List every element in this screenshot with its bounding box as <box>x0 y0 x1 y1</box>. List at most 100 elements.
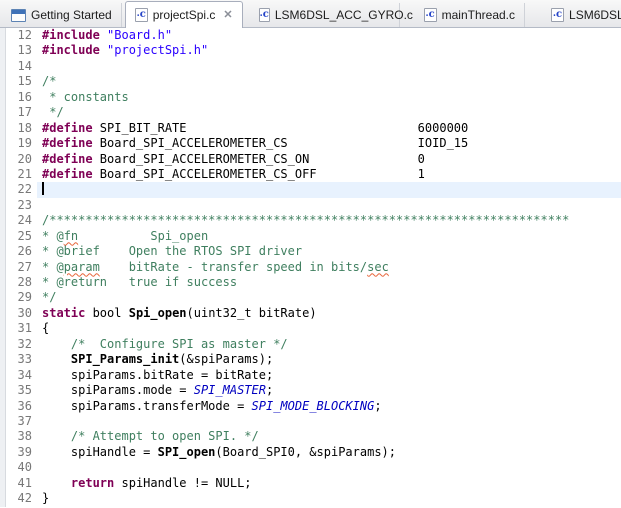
code-line[interactable]: 14 <box>6 58 621 75</box>
line-number[interactable]: 16 <box>6 89 37 106</box>
code-line[interactable]: 16 * constants <box>6 89 621 106</box>
line-number[interactable]: 17 <box>6 105 37 121</box>
line-content: * @brief Open the RTOS SPI driver <box>42 244 303 259</box>
code-line[interactable]: 29 */ <box>6 290 621 306</box>
tab-mainthread-c[interactable]: c mainThread.c <box>415 3 526 27</box>
line-number[interactable]: 33 <box>6 352 37 368</box>
tab-lsm6dsl-a[interactable]: c LSM6DSL_A <box>542 3 621 27</box>
line-number[interactable]: 28 <box>6 275 37 291</box>
code-line[interactable]: 21 #define Board_SPI_ACCELEROMETER_CS_OFF… <box>6 166 621 183</box>
line-content: * @fn Spi_open <box>42 228 209 243</box>
code-line[interactable]: 38 /* Attempt to open SPI. */ <box>6 429 621 445</box>
code-line[interactable]: 26 * @brief Open the RTOS SPI driver <box>6 244 621 260</box>
code-line[interactable]: 41 return spiHandle != NULL; <box>6 475 621 492</box>
line-content: spiParams.mode = SPI_MASTER; <box>42 383 274 398</box>
code-line[interactable]: 20 #define Board_SPI_ACCELEROMETER_CS_ON … <box>6 151 621 167</box>
text-cursor <box>42 182 44 196</box>
line-number[interactable]: 37 <box>6 413 37 430</box>
line-content: * constants <box>42 89 129 104</box>
c-file-icon: c <box>551 8 565 22</box>
line-number[interactable]: 25 <box>6 228 37 245</box>
c-file-icon: c <box>134 8 148 22</box>
code-line[interactable]: 23 <box>6 197 621 214</box>
code-line[interactable]: 42} <box>6 491 621 507</box>
code-line[interactable]: 30 static bool Spi_open(uint32_t bitRate) <box>6 305 621 322</box>
line-content <box>37 198 621 213</box>
code-line[interactable]: 37 <box>6 413 621 430</box>
code-lines[interactable]: 12 #include "Board.h" 13 #include "projectS… <box>6 28 621 507</box>
line-number[interactable]: 18 <box>6 120 37 137</box>
line-content: #define Board_SPI_ACCELEROMETER_CS IOID_… <box>42 136 469 151</box>
line-number[interactable]: 20 <box>6 151 37 167</box>
line-content: #define Board_SPI_ACCELEROMETER_CS_OFF 1 <box>42 166 425 181</box>
tab-label: projectSpi.c <box>152 8 216 22</box>
line-content: } <box>42 491 50 506</box>
tab-label: LSM6DSL_ACC_GYRO.c <box>274 8 413 22</box>
line-content: /* Attempt to open SPI. */ <box>70 429 259 444</box>
line-number[interactable]: 21 <box>6 166 37 183</box>
line-number[interactable]: 30 <box>6 305 37 322</box>
tab-label: Getting Started <box>31 8 112 22</box>
code-line[interactable]: 18 #define SPI_BIT_RATE 6000000 <box>6 120 621 137</box>
line-number[interactable]: 12 <box>6 28 37 44</box>
code-line[interactable]: 33 SPI_Params_init(&spiParams); <box>6 352 621 368</box>
code-line[interactable]: 31 { <box>6 321 621 337</box>
code-line[interactable]: 28 * @return true if success <box>6 275 621 291</box>
line-content: return spiHandle != NULL; <box>70 475 252 490</box>
code-line[interactable]: 24 /*************************************… <box>6 213 621 229</box>
line-number[interactable]: 13 <box>6 43 37 59</box>
code-line[interactable]: 22 <box>6 182 621 198</box>
code-line[interactable]: 32 /* Configure SPI as master */ <box>6 336 621 353</box>
tab-lsm6dsl-acc-gyro-c[interactable]: c LSM6DSL_ACC_GYRO.c <box>250 3 413 27</box>
line-number[interactable]: 36 <box>6 398 37 414</box>
code-line[interactable]: 27 * @param bitRate - transfer speed in b… <box>6 259 621 275</box>
line-number[interactable]: 42 <box>6 491 37 507</box>
line-content <box>37 414 621 429</box>
line-number[interactable]: 26 <box>6 244 37 260</box>
code-line[interactable]: 25 * @fn Spi_open <box>6 228 621 245</box>
code-line[interactable]: 34 spiParams.bitRate = bitRate; <box>6 367 621 384</box>
line-number[interactable]: 19 <box>6 136 37 152</box>
line-content: * @return true if success <box>42 275 238 289</box>
tab-getting-started[interactable]: Getting Started <box>2 3 122 27</box>
line-number[interactable]: 27 <box>6 259 37 275</box>
code-line[interactable]: 15 /* <box>6 74 621 90</box>
line-number[interactable]: 29 <box>6 290 37 306</box>
line-number[interactable]: 32 <box>6 336 37 353</box>
code-line[interactable]: 35 spiParams.mode = SPI_MASTER; <box>6 383 621 399</box>
line-number[interactable]: 31 <box>6 321 37 337</box>
code-line[interactable]: 19 #define Board_SPI_ACCELEROMETER_CS IOI… <box>6 136 621 152</box>
close-icon[interactable]: ✕ <box>223 9 232 21</box>
line-number[interactable]: 24 <box>6 213 37 229</box>
editor-tab-bar: Getting Started c projectSpi.c ✕ c LSM6D… <box>0 0 621 28</box>
line-content <box>37 182 621 198</box>
line-number[interactable]: 35 <box>6 383 37 399</box>
tab-label: mainThread.c <box>441 8 516 22</box>
tab-projectspi-c[interactable]: c projectSpi.c ✕ <box>124 1 243 28</box>
code-line[interactable]: 13 #include "projectSpi.h" <box>6 43 621 59</box>
line-number[interactable]: 39 <box>6 444 37 461</box>
code-line[interactable]: 40 <box>6 460 621 476</box>
code-line[interactable]: 12 #include "Board.h" <box>6 28 621 44</box>
line-content: #include "projectSpi.h" <box>42 43 209 58</box>
tab-label: LSM6DSL_A <box>569 8 621 22</box>
line-number[interactable]: 14 <box>6 58 37 75</box>
c-file-icon: c <box>423 8 437 22</box>
line-number[interactable]: 40 <box>6 460 37 476</box>
line-number[interactable]: 22 <box>6 182 37 198</box>
code-editor[interactable]: 12 #include "Board.h" 13 #include "projectS… <box>0 28 621 507</box>
code-line[interactable]: 36 spiParams.transferMode = SPI_MODE_BLO… <box>6 398 621 414</box>
line-number[interactable]: 15 <box>6 74 37 90</box>
line-content: */ <box>42 290 57 305</box>
line-content: */ <box>42 105 64 120</box>
line-content: #define Board_SPI_ACCELEROMETER_CS_ON 0 <box>42 151 425 166</box>
line-number[interactable]: 41 <box>6 475 37 492</box>
line-number[interactable]: 38 <box>6 429 37 445</box>
c-file-icon: c <box>258 8 270 22</box>
code-line[interactable]: 17 */ <box>6 105 621 121</box>
line-number[interactable]: 34 <box>6 367 37 384</box>
code-line[interactable]: 39 spiHandle = SPI_open(Board_SPI0, &spi… <box>6 444 621 461</box>
line-number[interactable]: 23 <box>6 197 37 214</box>
line-content: #include "Board.h" <box>42 28 173 42</box>
line-content: spiParams.bitRate = bitRate; <box>42 367 274 382</box>
